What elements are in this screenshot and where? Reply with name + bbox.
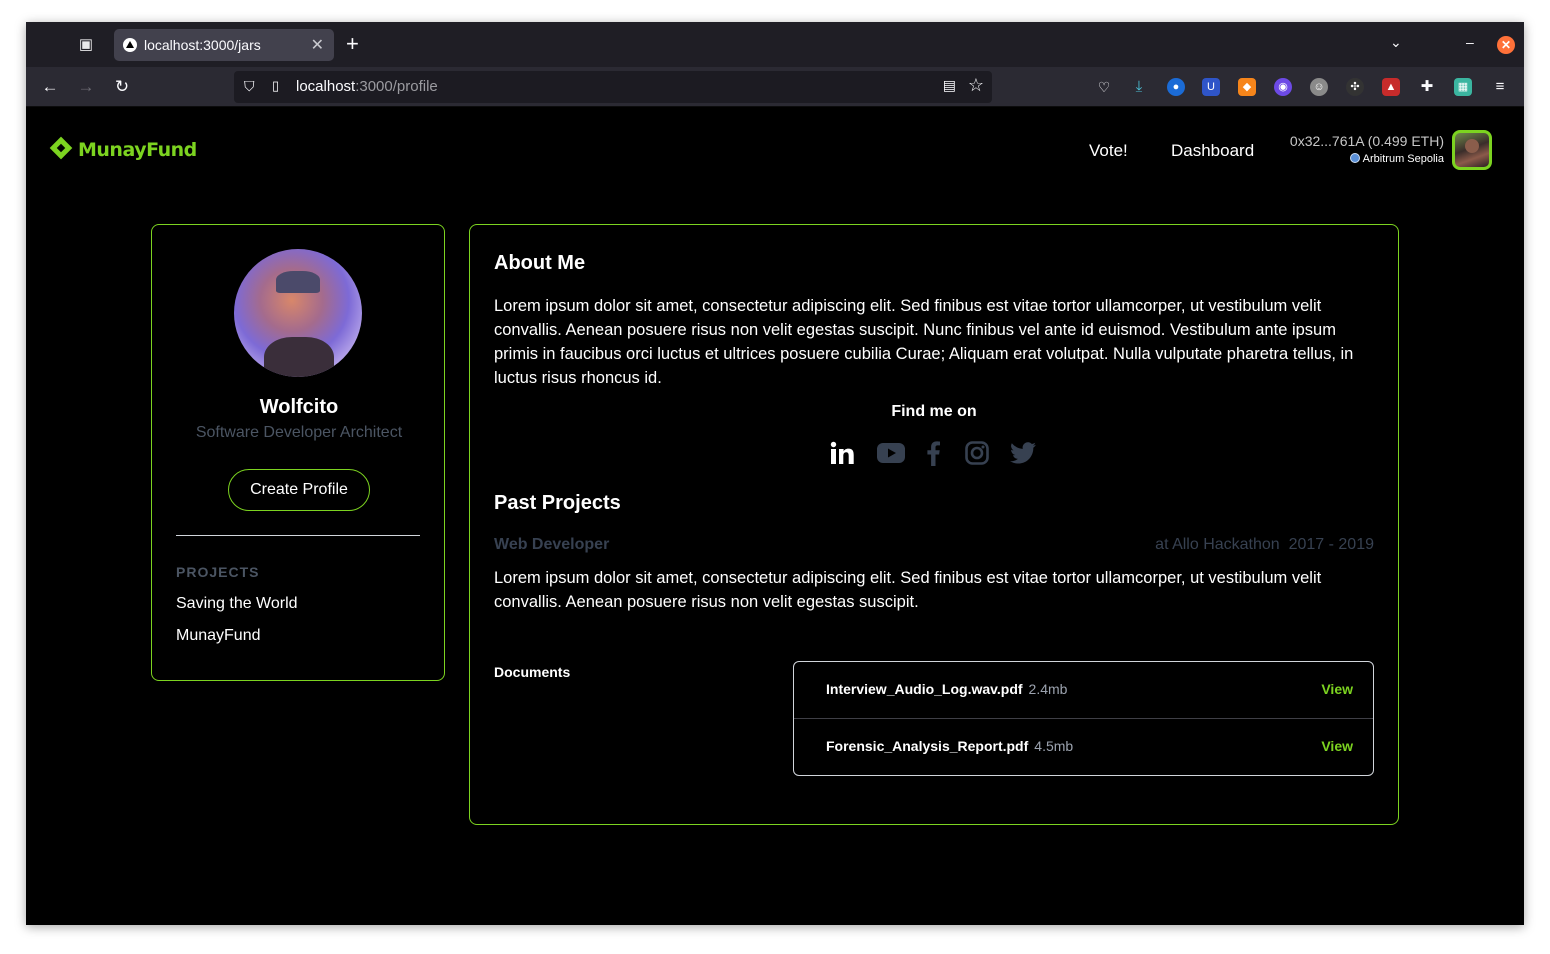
job-years: 2017 - 2019 — [1288, 536, 1374, 553]
browser-tab[interactable]: localhost:3000/jars ✕ — [114, 29, 334, 61]
extensions-puzzle-icon[interactable]: ✚ — [1418, 78, 1436, 96]
document-row: Interview_Audio_Log.wav.pdf 2.4mb View — [794, 662, 1373, 718]
document-view-link[interactable]: View — [1321, 681, 1353, 697]
menu-icon[interactable]: ≡ — [1491, 78, 1509, 96]
extension-teal-icon[interactable]: ▦ — [1454, 78, 1472, 96]
profile-card: Wolfcito Software Developer Architect Cr… — [151, 224, 445, 681]
facebook-icon[interactable] — [925, 440, 941, 466]
tab-title: localhost:3000/jars — [144, 37, 261, 53]
about-title: About Me — [494, 252, 586, 274]
tab-favicon-icon — [123, 38, 137, 52]
url-bar[interactable]: ⛉ ▯ localhost:3000/profile ▤ ☆ — [234, 71, 992, 103]
project-item[interactable]: Saving the World — [176, 595, 298, 613]
job-title: Web Developer — [494, 536, 610, 553]
job-meta: at Allo Hackathon 2017 - 2019 — [1155, 536, 1374, 554]
profile-role: Software Developer Architect — [195, 424, 403, 441]
projects-heading: PROJECTS — [176, 564, 260, 580]
back-arrow-icon[interactable]: ← — [40, 77, 60, 97]
document-row: Forensic_Analysis_Report.pdf 4.5mb View — [794, 718, 1373, 774]
wallet-address: 0x32...761A (0.499 ETH) — [1289, 133, 1444, 149]
logo-mark-icon — [50, 137, 72, 163]
documents-list: Interview_Audio_Log.wav.pdf 2.4mb View Fo… — [793, 661, 1374, 776]
extension-red-icon[interactable]: ▲ — [1382, 78, 1400, 96]
extension-film-icon[interactable]: ✣ — [1346, 78, 1364, 96]
instagram-icon[interactable] — [965, 440, 989, 466]
document-size: 2.4mb — [1028, 681, 1068, 697]
munayfund-logo[interactable]: MunayFund — [50, 136, 197, 164]
job-description: Lorem ipsum dolor sit amet, consectetur … — [494, 569, 1322, 611]
document-name: Forensic_Analysis_Report.pdf 4.5mb — [826, 738, 1074, 754]
project-item[interactable]: MunayFund — [176, 627, 261, 645]
divider — [176, 535, 420, 536]
close-window-icon[interactable]: ✕ — [1497, 36, 1515, 54]
linkedin-icon[interactable] — [830, 440, 854, 466]
extension-face-icon[interactable]: ☺ — [1310, 78, 1328, 96]
arbitrum-icon — [1349, 153, 1360, 163]
pocket-icon[interactable]: ♡ — [1095, 78, 1113, 96]
documents-label: Documents — [494, 664, 571, 680]
nav-dashboard-link[interactable]: Dashboard — [1171, 141, 1254, 161]
wallet-avatar[interactable] — [1452, 130, 1492, 170]
reader-view-icon[interactable]: ▤ — [943, 77, 956, 94]
job-place: at Allo Hackathon — [1155, 536, 1280, 553]
bookmark-star-icon[interactable]: ☆ — [968, 75, 984, 96]
url-text[interactable]: localhost:3000/profile — [296, 78, 438, 95]
about-card: About Me Lorem ipsum dolor sit amet, con… — [469, 224, 1399, 825]
chevron-down-icon[interactable]: ⌄ — [1390, 34, 1402, 51]
logo-text: MunayFund — [78, 139, 197, 161]
twitter-icon[interactable] — [1010, 440, 1036, 466]
browser-window: ▣ localhost:3000/jars ✕ + ⌄ – ✕ ← → ↻ ⛉ … — [26, 22, 1524, 925]
document-view-link[interactable]: View — [1321, 738, 1353, 754]
create-profile-button[interactable]: Create Profile — [228, 469, 370, 511]
profile-avatar — [234, 249, 362, 377]
minimize-icon[interactable]: – — [1466, 34, 1478, 50]
tab-close-icon[interactable]: ✕ — [311, 35, 324, 55]
reload-icon[interactable]: ↻ — [112, 77, 132, 97]
about-text: Lorem ipsum dolor sit amet, consectetur … — [494, 297, 1354, 387]
navigation-toolbar: ← → ↻ ⛉ ▯ localhost:3000/profile ▤ ☆ ♡ ⤓… — [26, 67, 1524, 107]
extension-blue-icon[interactable]: ● — [1167, 78, 1185, 96]
page-content: MunayFund Vote! Dashboard 0x32...761A (0… — [26, 108, 1524, 925]
tab-bar: ▣ localhost:3000/jars ✕ + ⌄ – ✕ — [26, 22, 1524, 67]
youtube-icon[interactable] — [877, 440, 905, 466]
shield-icon[interactable]: ⛉ — [244, 78, 255, 95]
new-tab-icon[interactable]: + — [346, 32, 359, 56]
extension-ublock-icon[interactable]: U — [1202, 78, 1220, 96]
wallet-info[interactable]: 0x32...761A (0.499 ETH) Arbitrum Sepolia — [1290, 133, 1444, 165]
forward-arrow-icon[interactable]: → — [76, 77, 96, 97]
wallet-network: Arbitrum Sepolia — [1290, 153, 1444, 165]
download-icon[interactable]: ⤓ — [1130, 78, 1148, 96]
metamask-icon[interactable]: ◆ — [1238, 78, 1256, 96]
document-name: Interview_Audio_Log.wav.pdf 2.4mb — [826, 681, 1068, 697]
page-icon[interactable]: ▯ — [272, 78, 279, 94]
document-size: 4.5mb — [1034, 738, 1074, 754]
profile-name: Wolfcito — [259, 396, 339, 418]
firefox-view-icon[interactable]: ▣ — [76, 35, 96, 55]
nav-vote-link[interactable]: Vote! — [1089, 141, 1128, 161]
extension-purple-icon[interactable]: ◉ — [1274, 78, 1292, 96]
past-projects-title: Past Projects — [494, 492, 621, 514]
find-me-heading: Find me on — [891, 403, 977, 420]
